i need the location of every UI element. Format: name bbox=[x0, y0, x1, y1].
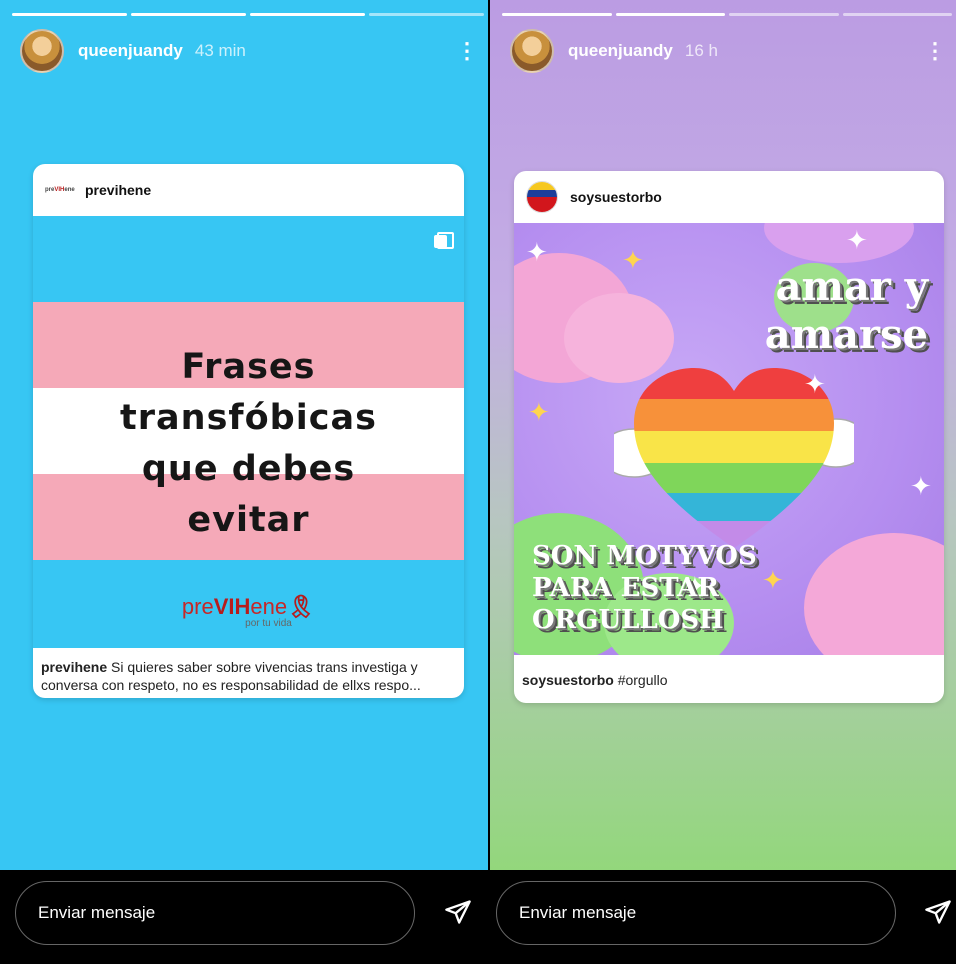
pink-cloud bbox=[764, 223, 914, 263]
shared-post-card[interactable]: preVIHene previhene Frases transfóbicas … bbox=[33, 164, 464, 698]
story-panel-right[interactable]: queenjuandy 16 h ⋮ soysuestorbo ✦ ✦ ✦ ✦ … bbox=[490, 0, 956, 964]
sparkle-icon: ✦ bbox=[528, 397, 550, 427]
post-account-name[interactable]: soysuestorbo bbox=[570, 189, 662, 205]
sparkle-icon: ✦ bbox=[846, 225, 868, 255]
caption-text: #orgullo bbox=[613, 672, 668, 688]
brand-logo: preVIHene🎗 por tu vida bbox=[33, 594, 464, 629]
post-image[interactable]: Frases transfóbicas que debes evitar pre… bbox=[33, 216, 464, 648]
sparkle-icon: ✦ bbox=[804, 369, 826, 399]
post-account-name[interactable]: previhene bbox=[85, 182, 151, 198]
sparkle-icon: ✦ bbox=[526, 237, 548, 267]
story-time: 16 h bbox=[684, 41, 718, 60]
avatar[interactable] bbox=[20, 29, 64, 73]
story-header: queenjuandy 43 min ⋮ bbox=[20, 28, 478, 74]
progress-segment bbox=[131, 13, 246, 16]
progress-segment bbox=[369, 13, 484, 16]
account-logo: preVIHene bbox=[45, 187, 75, 193]
art-text-line: amar y bbox=[775, 263, 928, 310]
headline-line: Frases bbox=[181, 347, 316, 387]
story-username[interactable]: queenjuandy bbox=[78, 41, 183, 61]
post-header: preVIHene previhene bbox=[33, 164, 464, 216]
sparkle-icon: ✦ bbox=[622, 245, 644, 275]
account-avatar[interactable] bbox=[526, 181, 558, 213]
post-header: soysuestorbo bbox=[514, 171, 944, 223]
progress-segment bbox=[502, 13, 612, 16]
headline-line: transfóbicas bbox=[120, 398, 377, 438]
post-image[interactable]: ✦ ✦ ✦ ✦ ✦ ✦ ✦ ✦ amar y amarse SON MOTYVO… bbox=[514, 223, 944, 655]
multiple-images-icon bbox=[434, 232, 454, 249]
art-text-line: ORGULLOSH bbox=[532, 605, 724, 635]
headline-line: que debes bbox=[141, 449, 356, 489]
caption-username[interactable]: soysuestorbo bbox=[522, 672, 614, 688]
headline-line: evitar bbox=[187, 500, 310, 540]
message-placeholder: Enviar mensaje bbox=[519, 903, 637, 922]
sparkle-icon: ✦ bbox=[762, 565, 784, 595]
story-progress-bar bbox=[502, 13, 952, 16]
shared-post-card[interactable]: soysuestorbo ✦ ✦ ✦ ✦ ✦ ✦ ✦ ✦ amar y amar… bbox=[514, 171, 944, 703]
sparkle-icon: ✦ bbox=[910, 471, 932, 501]
art-text-line: amarse bbox=[764, 311, 928, 358]
message-placeholder: Enviar mensaje bbox=[38, 903, 156, 922]
post-caption: soysuestorbo #orgullo bbox=[514, 655, 944, 699]
story-header: queenjuandy 16 h ⋮ bbox=[510, 28, 946, 74]
progress-segment bbox=[250, 13, 365, 16]
send-message-input[interactable]: Enviar mensaje bbox=[15, 881, 415, 945]
progress-segment bbox=[12, 13, 127, 16]
progress-segment bbox=[842, 13, 952, 16]
reply-bar: Enviar mensaje bbox=[0, 870, 488, 964]
art-text-line: PARA ESTAR bbox=[532, 573, 719, 603]
more-vertical-icon[interactable]: ⋮ bbox=[456, 40, 478, 62]
reply-bar: Enviar mensaje bbox=[490, 870, 956, 964]
story-username[interactable]: queenjuandy bbox=[568, 41, 673, 61]
more-vertical-icon[interactable]: ⋮ bbox=[924, 40, 946, 62]
caption-username[interactable]: previhene bbox=[41, 659, 107, 675]
send-message-input[interactable]: Enviar mensaje bbox=[496, 881, 896, 945]
post-caption: previhene Si quieres saber sobre vivenci… bbox=[33, 648, 464, 698]
brand-post: ene bbox=[250, 594, 288, 619]
brand-vih: VIH bbox=[213, 594, 251, 619]
send-icon[interactable] bbox=[444, 898, 472, 926]
brand-pre: pre bbox=[181, 594, 214, 619]
progress-segment bbox=[729, 13, 839, 16]
story-progress-bar bbox=[12, 13, 484, 16]
progress-segment bbox=[615, 13, 725, 16]
ribbon-icon: 🎗 bbox=[287, 594, 316, 619]
story-panel-left[interactable]: queenjuandy 43 min ⋮ preVIHene previhene… bbox=[0, 0, 488, 964]
avatar[interactable] bbox=[510, 29, 554, 73]
brand-subtitle: por tu vida bbox=[245, 618, 292, 629]
send-icon[interactable] bbox=[924, 898, 952, 926]
art-text-line: SON MOTYVOS bbox=[532, 541, 757, 571]
post-headline: Frases transfóbicas que debes evitar bbox=[33, 342, 464, 546]
story-time: 43 min bbox=[194, 41, 246, 60]
